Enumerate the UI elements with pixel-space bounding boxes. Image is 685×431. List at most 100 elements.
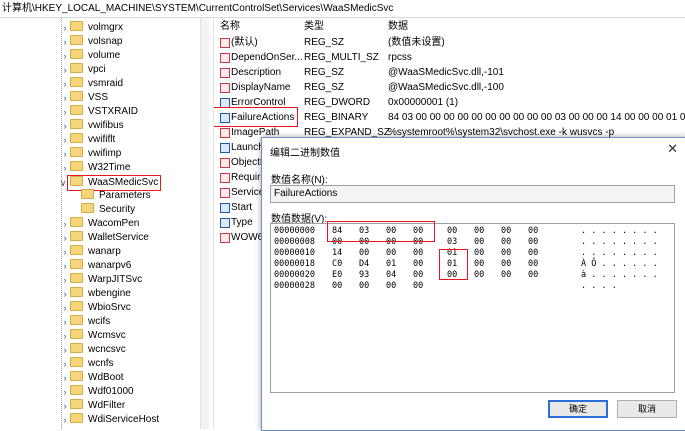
chevron-right-icon[interactable]: › <box>60 217 70 231</box>
chevron-right-icon[interactable]: › <box>60 385 70 399</box>
string-value-icon <box>220 188 230 198</box>
tree-item[interactable]: Parameters <box>81 189 151 203</box>
hex-address: 00000010 <box>274 248 315 258</box>
value-row[interactable]: DependOnSer... REG_MULTI_SZ rpcss <box>214 51 685 65</box>
tree-item[interactable]: Security <box>81 203 135 217</box>
tree-item[interactable]: › vwifimp <box>64 147 122 161</box>
chevron-right-icon[interactable]: › <box>60 259 70 273</box>
tree-item-label: Wdf01000 <box>88 386 134 397</box>
value-row[interactable]: (默认) REG_SZ (数值未设置) <box>214 36 685 50</box>
tree-item[interactable]: › WdFilter <box>64 399 126 413</box>
folder-icon <box>70 91 83 102</box>
tree-item[interactable]: › WarpJITSvc <box>64 273 142 287</box>
tree-item[interactable]: › WbioSrvc <box>64 301 131 315</box>
chevron-right-icon[interactable]: › <box>60 315 70 329</box>
value-row[interactable]: DisplayName REG_SZ @WaaSMedicSvc.dll,-100 <box>214 81 685 95</box>
hex-byte: 00 <box>359 281 370 291</box>
tree-item[interactable]: › vsmraid <box>64 77 123 91</box>
tree-item[interactable]: › Wdf01000 <box>64 385 134 399</box>
address-bar[interactable]: 计算机\HKEY_LOCAL_MACHINE\SYSTEM\CurrentCon… <box>0 0 685 18</box>
tree-item[interactable]: › VSTXRAID <box>64 105 138 119</box>
chevron-right-icon[interactable]: › <box>60 161 70 175</box>
value-name-field[interactable]: FailureActions <box>270 185 675 203</box>
folder-icon <box>70 77 83 88</box>
tree-item-label: VSS <box>88 92 109 103</box>
tree-item[interactable]: › wcncsvc <box>64 343 126 357</box>
chevron-right-icon[interactable]: › <box>60 49 70 63</box>
chevron-right-icon[interactable]: › <box>60 77 70 91</box>
tree-item[interactable]: › WdiServiceHost <box>64 413 159 427</box>
folder-icon <box>70 176 83 187</box>
tree-item-label: vwifimp <box>88 148 122 159</box>
hex-ascii: . . . . . . . . <box>581 237 658 247</box>
ok-button[interactable]: 确定 <box>548 400 608 418</box>
chevron-right-icon[interactable]: › <box>60 301 70 315</box>
chevron-right-icon[interactable]: › <box>60 231 70 245</box>
folder-icon <box>81 189 94 200</box>
cancel-button[interactable]: 取消 <box>617 400 677 418</box>
chevron-right-icon[interactable]: › <box>60 147 70 161</box>
tree-item[interactable]: › wanarpv6 <box>64 259 131 273</box>
value-data: (数值未设置) <box>388 37 445 48</box>
value-data: 0x00000001 (1) <box>388 97 459 108</box>
tree-item[interactable]: › WdBoot <box>64 371 124 385</box>
chevron-right-icon[interactable]: › <box>60 287 70 301</box>
hex-address: 00000028 <box>274 281 315 291</box>
hex-ascii: . . . . . . . . <box>581 248 658 258</box>
tree-item-label: wanarp <box>88 246 121 257</box>
chevron-right-icon[interactable]: › <box>60 399 70 413</box>
value-type: REG_DWORD <box>304 97 371 108</box>
tree-item[interactable]: › wcnfs <box>64 357 114 371</box>
tree-item[interactable]: › W32Time <box>64 161 130 175</box>
folder-icon <box>70 63 83 74</box>
tree-item[interactable]: › wbengine <box>64 287 131 301</box>
tree-item[interactable]: › vwififlt <box>64 133 115 147</box>
tree-item[interactable]: › wcifs <box>64 315 110 329</box>
chevron-right-icon[interactable]: › <box>60 413 70 427</box>
chevron-right-icon[interactable]: › <box>60 119 70 133</box>
chevron-right-icon[interactable]: › <box>60 63 70 77</box>
chevron-right-icon[interactable]: › <box>60 343 70 357</box>
tree-item[interactable]: › wanarp <box>64 245 121 259</box>
chevron-right-icon[interactable]: › <box>60 245 70 259</box>
column-type-header[interactable]: 类型 <box>304 18 324 35</box>
tree-item[interactable]: › vpci <box>64 63 106 77</box>
chevron-right-icon[interactable]: › <box>60 91 70 105</box>
hex-byte: 00 <box>528 248 539 258</box>
chevron-down-icon[interactable]: ∨ <box>58 176 68 190</box>
column-data-header[interactable]: 数据 <box>388 18 408 35</box>
value-name-label: 数值名称(N): <box>271 175 328 186</box>
tree-item[interactable]: › volume <box>64 49 120 63</box>
folder-icon <box>70 147 83 158</box>
tree-item[interactable]: › volsnap <box>64 35 122 49</box>
folder-icon <box>70 35 83 46</box>
tree-item[interactable]: › VSS <box>64 91 109 105</box>
string-value-icon <box>220 173 230 183</box>
chevron-right-icon[interactable]: › <box>60 329 70 343</box>
value-data-hex-editor[interactable]: 00000000 84 03 00 00 00 00 00 00. . . . . . . .0… <box>270 221 675 393</box>
value-name: Service <box>231 187 265 198</box>
chevron-right-icon[interactable]: › <box>60 371 70 385</box>
column-name-header[interactable]: 名称 <box>220 18 240 35</box>
chevron-right-icon[interactable]: › <box>60 133 70 147</box>
hex-byte: 00 <box>528 237 539 247</box>
value-data: @WaaSMedicSvc.dll,-100 <box>388 82 504 93</box>
tree-item[interactable]: › volmgrx <box>64 21 123 35</box>
tree-item[interactable]: › vwifibus <box>64 119 124 133</box>
value-row[interactable]: Description REG_SZ @WaaSMedicSvc.dll,-101 <box>214 66 685 80</box>
hex-byte: 00 <box>386 281 397 291</box>
registry-tree[interactable]: › volmgrx › volsnap › volume › vpci › vsmraid › VSS… <box>0 18 200 429</box>
binary-value-icon <box>220 203 230 213</box>
tree-item[interactable]: › WalletService <box>64 231 149 245</box>
chevron-right-icon[interactable]: › <box>60 357 70 371</box>
chevron-right-icon[interactable]: › <box>60 105 70 119</box>
hex-byte: 00 <box>501 259 512 269</box>
chevron-right-icon[interactable]: › <box>60 35 70 49</box>
tree-item[interactable]: › Wcmsvc <box>64 329 126 343</box>
chevron-right-icon[interactable]: › <box>60 273 70 287</box>
tree-item-label: WdFilter <box>88 400 126 411</box>
tree-item[interactable]: › WacomPen <box>64 217 139 231</box>
tree-item-label: vwifibus <box>88 120 124 131</box>
chevron-right-icon[interactable]: › <box>60 21 70 35</box>
close-icon[interactable]: ✕ <box>667 141 678 157</box>
